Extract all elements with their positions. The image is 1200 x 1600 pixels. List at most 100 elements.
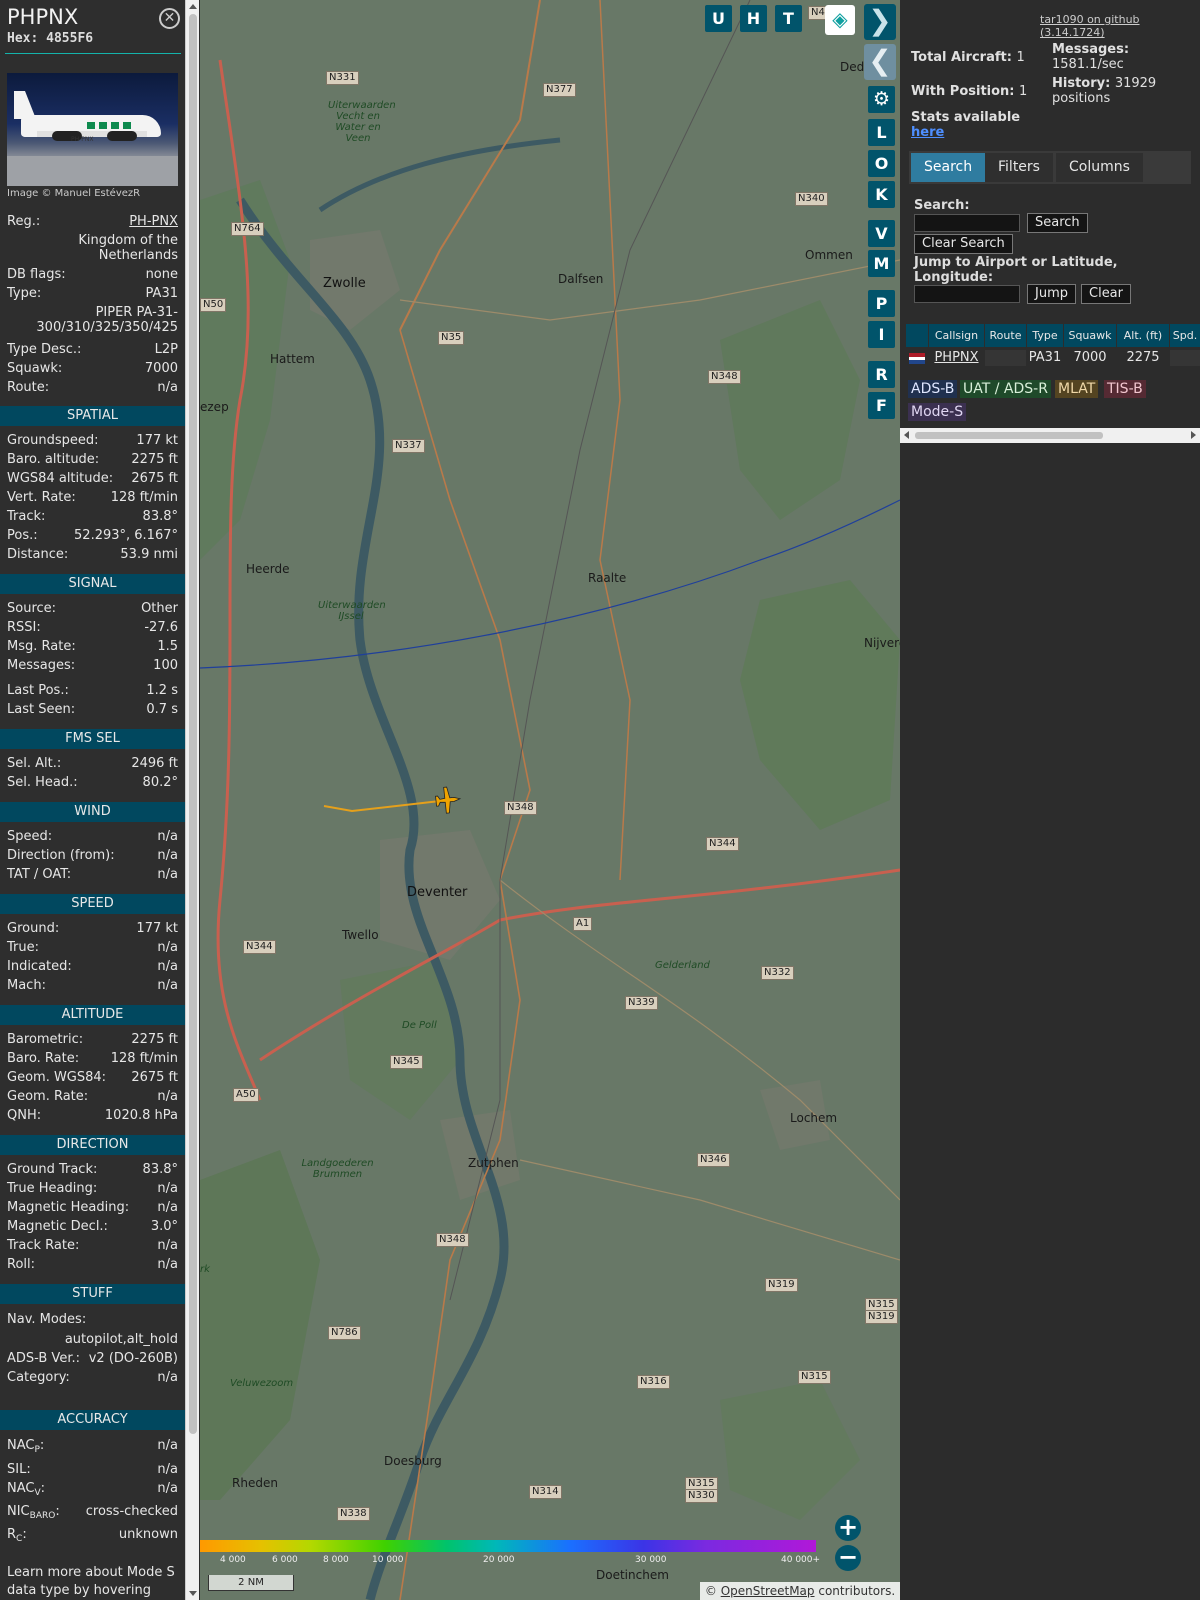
scale-bar: 2 NM (208, 1575, 294, 1591)
search-button[interactable]: Search (1027, 213, 1088, 233)
legend-mlat: MLAT (1055, 380, 1099, 398)
color-legend-label: 6 000 (272, 1555, 298, 1565)
legend-tisb: TIS-B (1104, 380, 1146, 398)
place-raalte: Raalte (588, 571, 627, 585)
acc-colon: : (55, 1504, 60, 1519)
button-p[interactable]: P (868, 290, 895, 317)
info-panel-scrollbar[interactable] (185, 0, 199, 1600)
stats-available: Stats available here (911, 110, 1020, 140)
road-sign: N786 (328, 1326, 361, 1340)
selected-callsign: PHPNX (7, 5, 79, 29)
photo-ground (7, 156, 178, 186)
button-l[interactable]: L (868, 119, 895, 146)
osm-link[interactable]: OpenStreetMap (721, 1584, 815, 1598)
button-o[interactable]: O (868, 150, 895, 177)
clear-search-button[interactable]: Clear Search (914, 234, 1013, 254)
info-value: 83.8° (142, 1162, 178, 1177)
scroll-thumb[interactable] (915, 432, 1103, 439)
acc-key: R (7, 1527, 17, 1542)
table-header-flag (906, 324, 928, 347)
scroll-right-icon[interactable] (1191, 431, 1196, 439)
button-f[interactable]: F (868, 392, 895, 419)
col-callsign[interactable]: Callsign (929, 324, 984, 347)
settings-gear-icon[interactable]: ⚙ (868, 86, 895, 113)
altitude-color-legend (200, 1540, 816, 1552)
button-v[interactable]: V (868, 220, 895, 247)
col-type[interactable]: Type (1027, 324, 1063, 347)
search-input[interactable] (914, 214, 1020, 232)
info-key: SIL: (7, 1462, 31, 1477)
scroll-up-icon[interactable] (189, 4, 197, 9)
road (499, 879, 900, 1201)
info-value: n/a (157, 1238, 178, 1253)
info-key: Ground Track: (7, 1162, 98, 1177)
zoom-out-button[interactable]: − (835, 1545, 861, 1571)
layers-icon[interactable]: ◈ (825, 5, 855, 35)
place-ommen: Ommen (805, 248, 853, 262)
arrow-left-icon[interactable]: ❮ (864, 44, 896, 80)
button-m[interactable]: M (868, 250, 895, 277)
place-zutphen: Zutphen (468, 1156, 519, 1170)
road (399, 329, 531, 881)
aircraft-photo[interactable]: PH-PNX (7, 73, 178, 186)
road-sign: N338 (337, 1507, 370, 1521)
scroll-left-icon[interactable] (904, 431, 909, 439)
info-value: L2P (154, 342, 178, 357)
info-key: Roll: (7, 1257, 36, 1272)
row-callsign[interactable]: PHPNX (929, 350, 984, 366)
stat-label: History: (1052, 76, 1111, 91)
region-gelderland: Gelderland (655, 960, 710, 971)
acc-key: NIC (7, 1504, 30, 1519)
photo-window (123, 122, 131, 129)
road-sign: N315 (798, 1370, 831, 1384)
info-value: 2275 ft (131, 452, 178, 467)
tab-search[interactable]: Search (911, 153, 986, 182)
info-value: 2275 ft (131, 1032, 178, 1047)
jump-button[interactable]: Jump (1027, 284, 1076, 304)
info-key: NACV: (7, 1481, 45, 1498)
table-horizontal-scrollbar[interactable] (900, 428, 1200, 443)
info-value: 100 (153, 658, 178, 673)
forest-area (720, 300, 860, 520)
attribution-suffix: contributors. (814, 1584, 896, 1598)
col-speed[interactable]: Spd. (1170, 324, 1200, 347)
info-key: TAT / OAT: (7, 867, 72, 882)
info-key: WGS84 altitude: (7, 471, 114, 486)
info-key: Sel. Alt.: (7, 756, 62, 771)
button-h[interactable]: H (740, 5, 767, 32)
info-key: Messages: (7, 658, 76, 673)
registration-link[interactable]: PH-PNX (129, 214, 178, 229)
button-k[interactable]: K (868, 181, 895, 208)
col-altitude[interactable]: Alt. (ft) (1117, 324, 1169, 347)
stats-here-link[interactable]: here (911, 125, 944, 140)
photo-reg-text: PH-PNX (71, 136, 94, 143)
section-direction: DIRECTION (0, 1135, 185, 1155)
info-key: Ground: (7, 921, 60, 936)
clear-button[interactable]: Clear (1081, 284, 1131, 304)
arrow-right-icon[interactable]: ❯ (864, 4, 896, 40)
github-link[interactable]: tar1090 on github (3.14.1724) (1040, 13, 1200, 39)
button-t[interactable]: T (775, 5, 802, 32)
color-legend-label: 10 000 (372, 1555, 404, 1565)
map-view[interactable]: Zwolle Dalfsen Ommen Hattem Heerde Raalt… (200, 0, 900, 1600)
photo-window (111, 122, 119, 129)
road-sign: N348 (504, 801, 537, 815)
col-squawk[interactable]: Squawk (1064, 324, 1116, 347)
nature-uiterwaarden-vecht: Uiterwaarden Vecht en Water en Veen (328, 100, 396, 144)
button-r[interactable]: R (868, 361, 895, 388)
tab-filters[interactable]: Filters (985, 153, 1053, 182)
close-icon[interactable]: ✕ (159, 8, 180, 29)
button-u[interactable]: U (705, 5, 732, 32)
col-route[interactable]: Route (985, 324, 1026, 347)
info-key: Pos.: (7, 528, 38, 543)
zoom-in-button[interactable]: + (835, 1515, 861, 1541)
info-key: Distance: (7, 547, 69, 562)
info-key: Speed: (7, 829, 53, 844)
button-i[interactable]: I (868, 321, 895, 348)
tab-columns[interactable]: Columns (1056, 153, 1143, 182)
scroll-thumb[interactable] (189, 14, 197, 1434)
scroll-down-icon[interactable] (189, 1591, 197, 1596)
jump-input[interactable] (914, 285, 1020, 303)
info-key: Route: (7, 380, 50, 395)
info-key: Magnetic Heading: (7, 1200, 130, 1215)
